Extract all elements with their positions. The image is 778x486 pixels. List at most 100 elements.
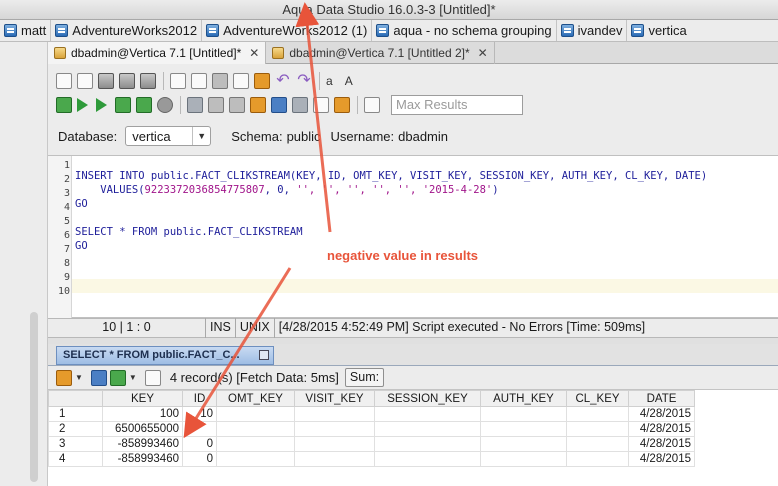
redo-icon[interactable]: ↷ [296, 73, 312, 89]
cell-omt-key[interactable] [216, 421, 295, 437]
pin-tab-icon[interactable] [259, 350, 269, 360]
execute-icon[interactable] [77, 98, 88, 112]
stop-icon[interactable] [157, 97, 173, 113]
code-line-5: SELECT * FROM public.FACT_CLIKSTREAM [75, 226, 303, 238]
new-file-icon[interactable] [56, 73, 72, 89]
insert-mode: INS [206, 318, 236, 338]
chevron-down-icon[interactable]: ▼ [192, 127, 210, 145]
undo-icon[interactable]: ↶ [275, 73, 291, 89]
results-pivot-icon[interactable] [334, 97, 350, 113]
cell-session-key[interactable] [374, 421, 481, 437]
cell-visit-key[interactable] [294, 436, 375, 452]
commit-icon[interactable] [208, 97, 224, 113]
column-header-cl-key[interactable]: CL_KEY [566, 390, 629, 407]
cell-cl-key[interactable] [566, 451, 629, 467]
column-header-key[interactable]: KEY [102, 390, 183, 407]
cell-key[interactable]: -858993460 [102, 436, 183, 452]
tab-results-select[interactable]: SELECT * FROM public.FACT_C... [56, 346, 274, 365]
close-tab-icon[interactable]: ✕ [249, 46, 259, 60]
rollback-icon[interactable] [229, 97, 245, 113]
cell-key[interactable]: 6500655000 [102, 421, 183, 437]
sort-icon[interactable] [90, 369, 107, 386]
copy-icon[interactable] [233, 73, 249, 89]
column-header-date[interactable]: DATE [628, 390, 695, 407]
find-icon[interactable] [191, 73, 207, 89]
favorite-matt[interactable]: matt [0, 20, 50, 41]
chevron-down-icon[interactable]: ▼ [129, 373, 137, 382]
table-row[interactable]: 1 100 10 4/28/2015 [48, 406, 695, 422]
cell-cl-key[interactable] [566, 421, 629, 437]
paste-icon[interactable] [254, 73, 270, 89]
cell-date[interactable]: 4/28/2015 [628, 451, 695, 467]
cell-session-key[interactable] [374, 436, 481, 452]
cell-date[interactable]: 4/28/2015 [628, 406, 695, 422]
sql-editor[interactable]: 1 2 3 4 5 6 7 8 9 10 INSERT INTO public.… [48, 156, 778, 318]
execute-script-icon[interactable] [56, 97, 72, 113]
cell-id[interactable]: 0 [182, 436, 217, 452]
cell-visit-key[interactable] [294, 451, 375, 467]
format-sql-icon[interactable] [271, 97, 287, 113]
open-file-icon[interactable] [77, 73, 93, 89]
cell-omt-key[interactable] [216, 406, 295, 422]
column-header-session-key[interactable]: SESSION_KEY [374, 390, 481, 407]
favorite-adventureworks2012-1[interactable]: AdventureWorks2012 (1) [201, 20, 371, 41]
favorite-vertica[interactable]: vertica [626, 20, 690, 41]
tab-untitled[interactable]: dbadmin@Vertica 7.1 [Untitled]* ✕ [48, 42, 267, 64]
cell-cl-key[interactable] [566, 436, 629, 452]
save-as-icon[interactable] [119, 73, 135, 89]
cell-id[interactable]: 0 [182, 451, 217, 467]
results-grid-icon[interactable] [292, 97, 308, 113]
database-select[interactable]: vertica ▼ [125, 126, 212, 146]
cell-visit-key[interactable] [294, 421, 375, 437]
column-header-visit-key[interactable]: VISIT_KEY [294, 390, 375, 407]
table-row[interactable]: 2 6500655000 4/28/2015 [48, 421, 695, 437]
cell-auth-key[interactable] [480, 451, 567, 467]
cell-cl-key[interactable] [566, 406, 629, 422]
tab-untitled-2[interactable]: dbadmin@Vertica 7.1 [Untitled 2]* ✕ [266, 42, 495, 64]
chart-icon[interactable] [56, 369, 72, 386]
execute-selection-icon[interactable] [96, 98, 107, 112]
favorite-ivandev[interactable]: ivandev [555, 20, 627, 41]
column-header-id[interactable]: ID [182, 390, 217, 407]
increase-font-icon[interactable]: A [345, 74, 353, 88]
cell-visit-key[interactable] [294, 406, 375, 422]
left-panel-scrollbar[interactable] [30, 312, 38, 482]
sum-button[interactable]: Sum: [344, 368, 385, 387]
results-text-icon[interactable] [313, 97, 329, 113]
cell-session-key[interactable] [374, 451, 481, 467]
print-icon[interactable] [140, 73, 156, 89]
cell-id[interactable]: 10 [182, 406, 217, 422]
explain-plan-icon[interactable] [250, 97, 266, 113]
table-row[interactable]: 4 -858993460 0 4/28/2015 [48, 451, 695, 467]
results-doc-icon[interactable] [144, 369, 161, 386]
favorite-aqua-no-schema[interactable]: aqua - no schema grouping [371, 20, 555, 41]
auto-commit-icon[interactable] [187, 97, 203, 113]
column-header-auth-key[interactable]: AUTH_KEY [480, 390, 567, 407]
execute-to-text-icon[interactable] [136, 97, 152, 113]
cell-omt-key[interactable] [216, 436, 295, 452]
cell-auth-key[interactable] [480, 421, 567, 437]
cell-date[interactable]: 4/28/2015 [628, 436, 695, 452]
favorite-adventureworks2012[interactable]: AdventureWorks2012 [50, 20, 201, 41]
select-icon[interactable] [170, 73, 186, 89]
execute-to-grid-icon[interactable] [115, 97, 131, 113]
column-header-omt-key[interactable]: OMT_KEY [216, 390, 295, 407]
cell-key[interactable]: -858993460 [102, 451, 183, 467]
cell-id[interactable] [182, 421, 217, 437]
table-row[interactable]: 3 -858993460 0 4/28/2015 [48, 436, 695, 452]
close-tab-icon[interactable]: ✕ [478, 46, 488, 60]
cell-session-key[interactable] [374, 406, 481, 422]
cut-icon[interactable] [212, 73, 228, 89]
cell-key[interactable]: 100 [102, 406, 183, 422]
export-excel-icon[interactable] [109, 369, 126, 386]
save-icon[interactable] [98, 73, 114, 89]
cell-omt-key[interactable] [216, 451, 295, 467]
cell-auth-key[interactable] [480, 406, 567, 422]
cell-date[interactable]: 4/28/2015 [628, 421, 695, 437]
cell-auth-key[interactable] [480, 436, 567, 452]
max-results-input[interactable]: Max Results [391, 95, 523, 115]
line-number: 8 [63, 258, 70, 269]
history-icon[interactable] [364, 97, 380, 113]
chevron-down-icon[interactable]: ▼ [75, 373, 83, 382]
decrease-font-icon[interactable]: a [326, 74, 333, 88]
